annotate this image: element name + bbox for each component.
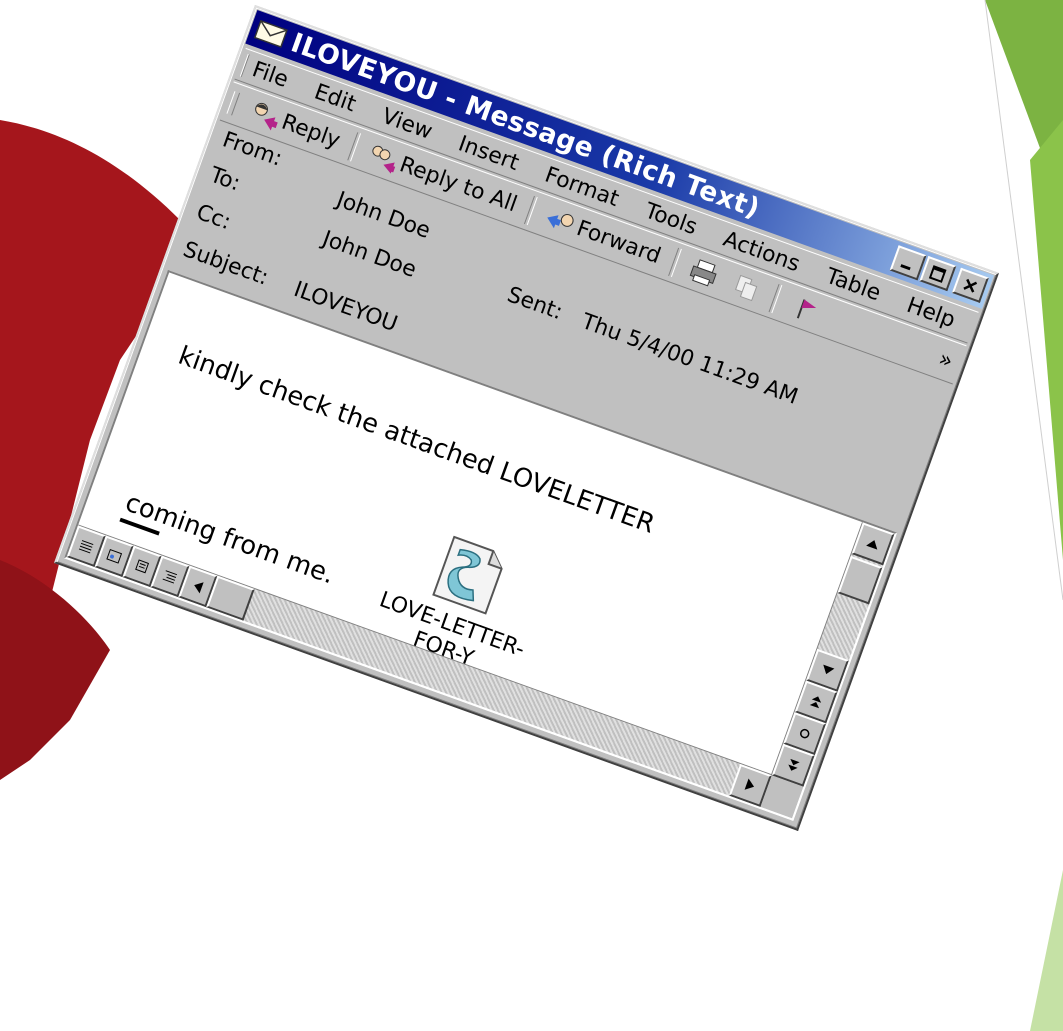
close-icon <box>963 278 978 293</box>
browse-object-icon <box>800 728 810 739</box>
arrow-right-icon <box>744 778 755 790</box>
reply-icon <box>255 102 278 131</box>
more-button[interactable]: » <box>927 342 964 379</box>
web-layout-icon <box>106 549 123 564</box>
menu-file[interactable]: File <box>249 57 292 93</box>
reply-all-icon <box>372 145 396 174</box>
double-up-arrow-icon <box>809 696 822 709</box>
script-file-icon <box>432 535 503 615</box>
vertical-scroll-thumb[interactable] <box>837 555 883 605</box>
green-side-decoration <box>1030 120 1063 560</box>
arrow-down-icon <box>823 664 835 675</box>
more-chevron-icon: » <box>935 346 957 374</box>
flag-button[interactable] <box>778 287 831 330</box>
maximize-icon <box>929 264 947 283</box>
flag-icon <box>796 299 816 319</box>
red-disc-decoration-lower <box>0 560 110 780</box>
normal-view-icon <box>78 540 94 554</box>
toolbar-grip[interactable] <box>226 91 241 116</box>
double-down-arrow-icon <box>788 758 800 771</box>
arrow-up-icon <box>866 540 878 550</box>
menu-grip[interactable] <box>239 53 250 77</box>
envelope-icon <box>253 19 288 48</box>
green-bottom-decoration <box>1030 870 1063 1031</box>
copy-icon <box>734 274 758 302</box>
print-layout-icon <box>135 559 150 574</box>
maximize-button[interactable] <box>919 255 957 292</box>
sent-label: Sent: <box>503 282 566 326</box>
arrow-left-icon <box>194 582 204 594</box>
to-label: To: <box>206 162 244 197</box>
copy-button[interactable] <box>720 266 773 309</box>
forward-icon <box>547 214 574 229</box>
outline-view-icon <box>162 570 178 584</box>
reply-label: Reply <box>278 109 344 154</box>
minimize-icon <box>900 263 911 270</box>
sent-value: Thu 5/4/00 11:29 AM <box>578 309 802 410</box>
close-button[interactable] <box>951 267 989 303</box>
cc-label: Cc: <box>193 200 234 236</box>
printer-icon <box>689 259 717 287</box>
